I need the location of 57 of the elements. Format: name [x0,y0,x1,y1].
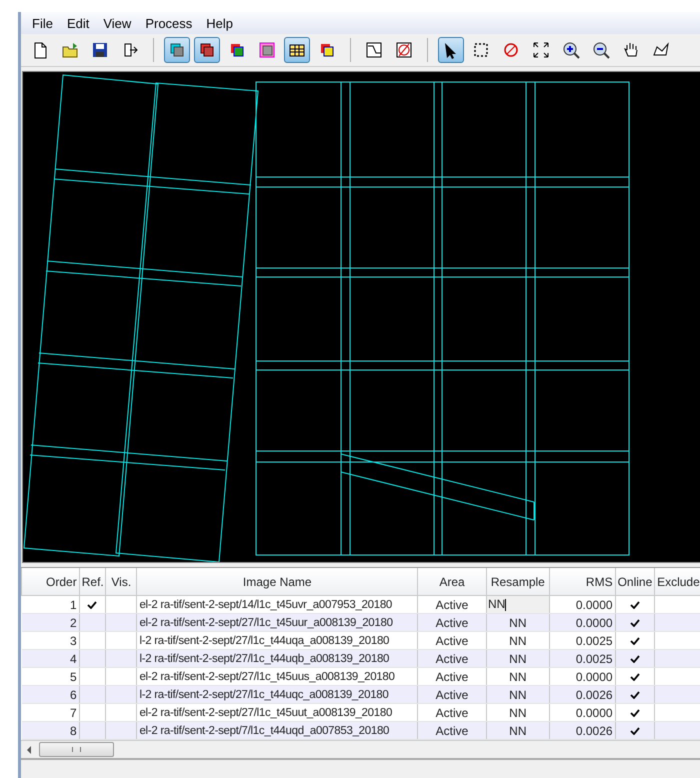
toolbar-button[interactable] [438,37,464,63]
column-header[interactable]: Resample [486,568,550,596]
column-header[interactable]: Ref. [79,568,106,596]
column-header[interactable]: Vis. [106,568,137,596]
column-header[interactable]: Image Name [136,568,418,596]
horizontal-scrollbar[interactable] [21,740,700,758]
table-cell: 0.0026 [549,686,616,704]
table-cell: 8 [22,722,80,740]
layers-icon [228,41,246,59]
table-cell: el-2 ra-tif/sent-2-sept/27/l1c_t45uur_a008139_20180 [136,614,418,632]
hand-icon [622,41,640,59]
table-cell: NN [486,722,550,740]
column-header[interactable]: Order [22,568,80,596]
column-header[interactable]: RMS [549,568,616,596]
menu-item[interactable]: File [25,16,60,30]
table-cell: Active [418,650,486,668]
table-cell: NN [486,614,550,632]
column-header[interactable]: Online [615,568,655,596]
menu-item[interactable]: Edit [60,16,96,30]
table-cell: 6 [22,686,80,704]
polyline-icon [365,41,383,59]
table-cell: l-2 ra-tif/sent-2-sept/27/l1c_t44uqc_a008139_20180 [136,686,418,704]
table-cell: 4 [22,650,80,668]
table-cell: Active [418,614,486,632]
layers-icon [168,41,186,59]
toolbar-button[interactable] [284,37,310,63]
toolbar-button[interactable] [194,37,220,63]
table-cell: 0.0025 [549,650,616,668]
table-cell: l-2 ra-tif/sent-2-sept/27/l1c_t44uqb_a008139_20180 [136,650,418,668]
scroll-left-icon[interactable] [27,746,31,754]
scrollbar-thumb[interactable] [39,742,114,757]
menu-item[interactable]: Process [138,16,200,30]
folder-icon [61,41,79,59]
menu-item[interactable]: Help [199,16,240,30]
save-icon [91,41,109,59]
no-region-icon [395,41,413,59]
table-cell: NN [486,650,550,668]
layers-icon [258,41,276,59]
toolbar-button[interactable] [164,37,190,63]
table-cell: el-2 ra-tif/sent-2-sept/7/l1c_t44uqd_a007853_20180 [136,722,418,740]
table-cell: 0.0026 [549,722,616,740]
table-cell: 2 [22,614,80,632]
table-cell: NN [486,686,550,704]
table-cell: 0.0000 [549,614,616,632]
layers-icon [318,41,336,59]
prohibited-icon [502,41,520,59]
resample-input-field[interactable]: NN [486,596,548,612]
table-cell: Active [418,686,486,704]
menu-item[interactable]: View [96,16,138,30]
fit-icon [532,41,550,59]
column-header[interactable]: Exclude [654,568,700,596]
column-header[interactable]: Area [418,568,486,596]
zoom-in-icon [562,41,580,59]
table-cell: Active [418,722,486,740]
marquee-icon [472,41,490,59]
layers-icon [198,41,216,59]
zoom-out-icon [592,41,610,59]
